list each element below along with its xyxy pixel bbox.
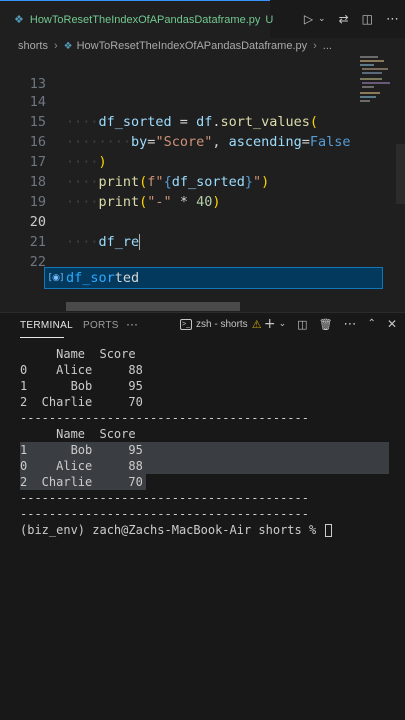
code-line: 21 [0, 212, 360, 250]
editor-horizontal-scrollbar[interactable] [66, 302, 240, 311]
terminal-line: 2 Charlie 70 [20, 395, 143, 409]
terminal-line: ---------------------------------------- [20, 507, 309, 521]
terminal-line: 0 Alice 88 [20, 363, 143, 377]
terminal-line: Name Score [20, 427, 136, 441]
trash-icon[interactable]: 🗑 [319, 319, 333, 330]
tab-ports[interactable]: PORTS [83, 320, 119, 331]
terminal-line: 2 Charlie 70 [20, 475, 143, 489]
python-file-icon: ❖ [14, 13, 24, 26]
editor-tab[interactable]: ❖ HowToResetTheIndexOfAPandasDataframe.p… [0, 0, 274, 38]
code-line: 17 ····print(f"{df_sorted}") [0, 132, 360, 190]
panel-more-icon[interactable]: ··· [126, 317, 138, 331]
terminal-icon: >_ [180, 319, 192, 330]
shell-label: zsh - shorts [196, 319, 248, 330]
more-icon[interactable]: ⋯ [386, 13, 399, 26]
terminal-line: 1 Bob 95 [20, 379, 143, 393]
breadcrumb-separator-icon: › [313, 40, 317, 52]
plus-icon[interactable]: + [264, 317, 276, 331]
terminal-shell-selector[interactable]: >_ zsh - shorts ⚠ [180, 318, 262, 331]
terminal-cursor [325, 524, 333, 537]
git-status-badge: U [265, 13, 274, 26]
variable-icon: [◉] [48, 273, 64, 283]
code-line: 14 ····df_sorted = df.sort_values( [0, 72, 360, 130]
close-icon[interactable]: ✕ [387, 318, 397, 330]
line-number: 22 [29, 254, 46, 270]
terminal-line: 1 Bob 95 [20, 443, 143, 457]
code-line-active: 20 ····df_re [0, 192, 360, 250]
active-tab-indicator [20, 337, 64, 338]
terminal[interactable]: Name Score 0 Alice 88 1 Bob 95 2 Charlie… [0, 339, 405, 720]
compare-changes-icon[interactable]: ⇄ [339, 13, 349, 25]
breadcrumb: shorts › ❖ HowToResetTheIndexOfAPandasDa… [0, 38, 405, 54]
split-terminal-icon[interactable]: ◫ [297, 319, 307, 330]
code-line: 19 [0, 172, 360, 210]
code-line: 15 ········by="Score", ascending=False [0, 92, 360, 150]
warning-icon[interactable]: ⚠ [252, 318, 262, 331]
terminal-line: ---------------------------------------- [20, 411, 309, 425]
minimap[interactable] [358, 54, 394, 114]
panel-header: TERMINAL PORTS ··· >_ zsh - shorts ⚠ + ⌄… [0, 313, 405, 339]
autocomplete-suggestion[interactable]: [◉] df_sorted [44, 267, 383, 289]
more-icon[interactable]: ⋯ [344, 318, 357, 331]
tab-terminal[interactable]: TERMINAL [20, 320, 73, 331]
breadcrumb-separator-icon: › [53, 40, 58, 52]
chevron-up-icon[interactable]: ⌃ [368, 319, 376, 329]
breadcrumb-symbols[interactable]: ... [323, 40, 332, 52]
python-file-icon: ❖ [63, 40, 73, 52]
terminal-prompt-line[interactable]: (biz_env) zach@Zachs-MacBook-Air shorts … [20, 522, 333, 538]
terminal-line: ---------------------------------------- [20, 491, 309, 505]
code-line: 13 [0, 54, 360, 92]
split-editor-icon[interactable]: ◫ [362, 13, 373, 25]
code-line: 18 ····print("-" * 40) [0, 152, 360, 210]
code-line: 22 [0, 232, 360, 270]
editor-actions: ▷ ⌄ ⇄ ◫ ⋯ [304, 0, 399, 38]
breadcrumb-folder[interactable]: shorts [18, 40, 48, 52]
code-line: 16 ····) [0, 112, 360, 170]
run-icon[interactable]: ▷ [304, 13, 313, 25]
chevron-down-icon[interactable]: ⌄ [318, 14, 326, 24]
breadcrumb-file[interactable]: HowToResetTheIndexOfAPandasDataframe.py [77, 40, 308, 52]
panel-actions: + ⌄ ◫ 🗑 ⋯ ⌃ ✕ [264, 317, 397, 331]
editor-vertical-scrollbar[interactable] [396, 144, 405, 204]
terminal-line: 0 Alice 88 [20, 459, 143, 473]
suggestion-text: df_sorted [66, 270, 140, 286]
editor-tab-bar: ❖ HowToResetTheIndexOfAPandasDataframe.p… [0, 0, 405, 38]
terminal-prompt: (biz_env) zach@Zachs-MacBook-Air shorts … [20, 523, 324, 537]
tab-filename: HowToResetTheIndexOfAPandasDataframe.py [29, 13, 261, 26]
chevron-down-icon[interactable]: ⌄ [279, 319, 287, 329]
terminal-line: Name Score [20, 347, 136, 361]
code-editor[interactable]: 13 14 ····df_sorted = df.sort_values( 15… [0, 54, 405, 312]
